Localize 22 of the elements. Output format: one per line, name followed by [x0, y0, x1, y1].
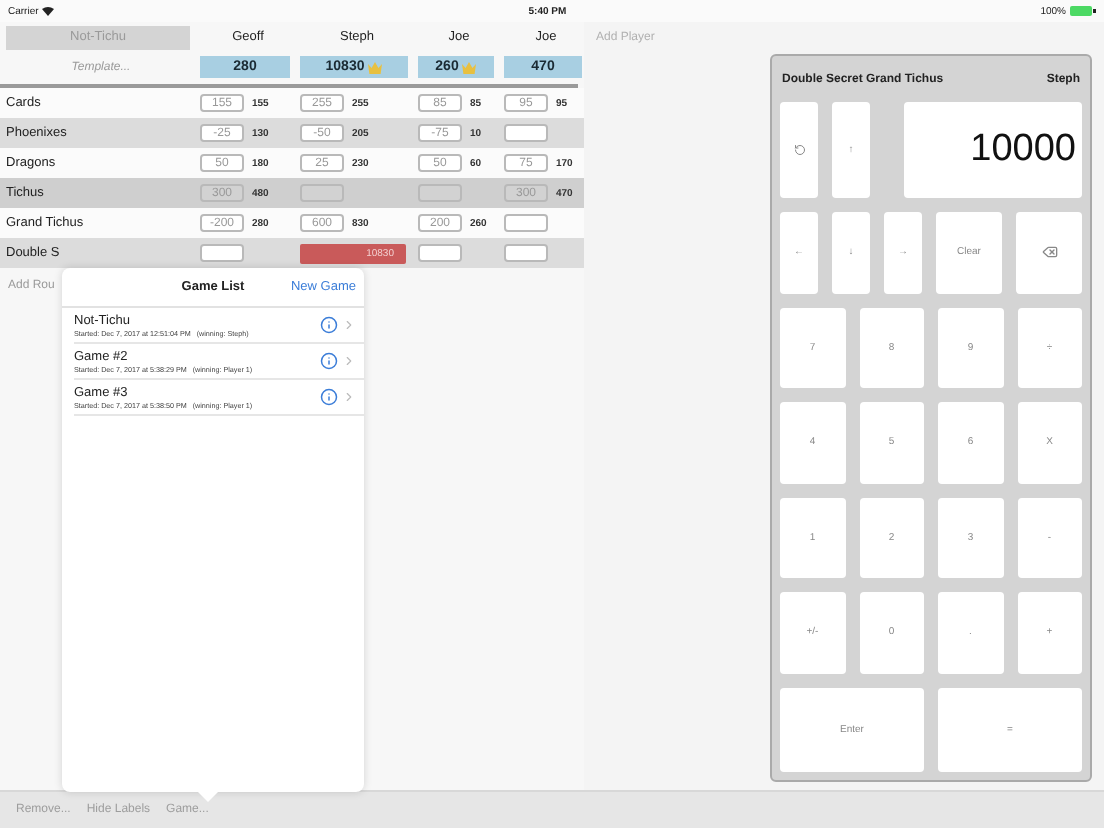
score-input[interactable]	[418, 184, 462, 202]
backspace-icon	[1041, 244, 1057, 261]
wifi-icon	[42, 6, 55, 16]
battery-icon	[1069, 6, 1096, 16]
undo-icon	[793, 144, 805, 157]
score-input[interactable]	[504, 244, 548, 262]
chevron-icon	[342, 390, 356, 404]
info-icon[interactable]	[320, 352, 338, 370]
chevron-icon	[342, 354, 356, 368]
chevron-icon	[342, 318, 356, 332]
crown-icon	[368, 61, 383, 73]
score-input[interactable]	[418, 244, 462, 262]
info-icon[interactable]	[320, 316, 338, 334]
score-input[interactable]	[200, 244, 244, 262]
calculator-key[interactable]	[780, 102, 818, 199]
score-input[interactable]	[504, 214, 548, 232]
info-icon[interactable]	[320, 388, 338, 406]
score-input[interactable]	[504, 124, 548, 142]
score-input[interactable]	[300, 184, 344, 202]
crown-icon	[462, 61, 477, 73]
calculator-key[interactable]	[1016, 212, 1082, 294]
calculator-display: 10000	[904, 102, 1082, 199]
